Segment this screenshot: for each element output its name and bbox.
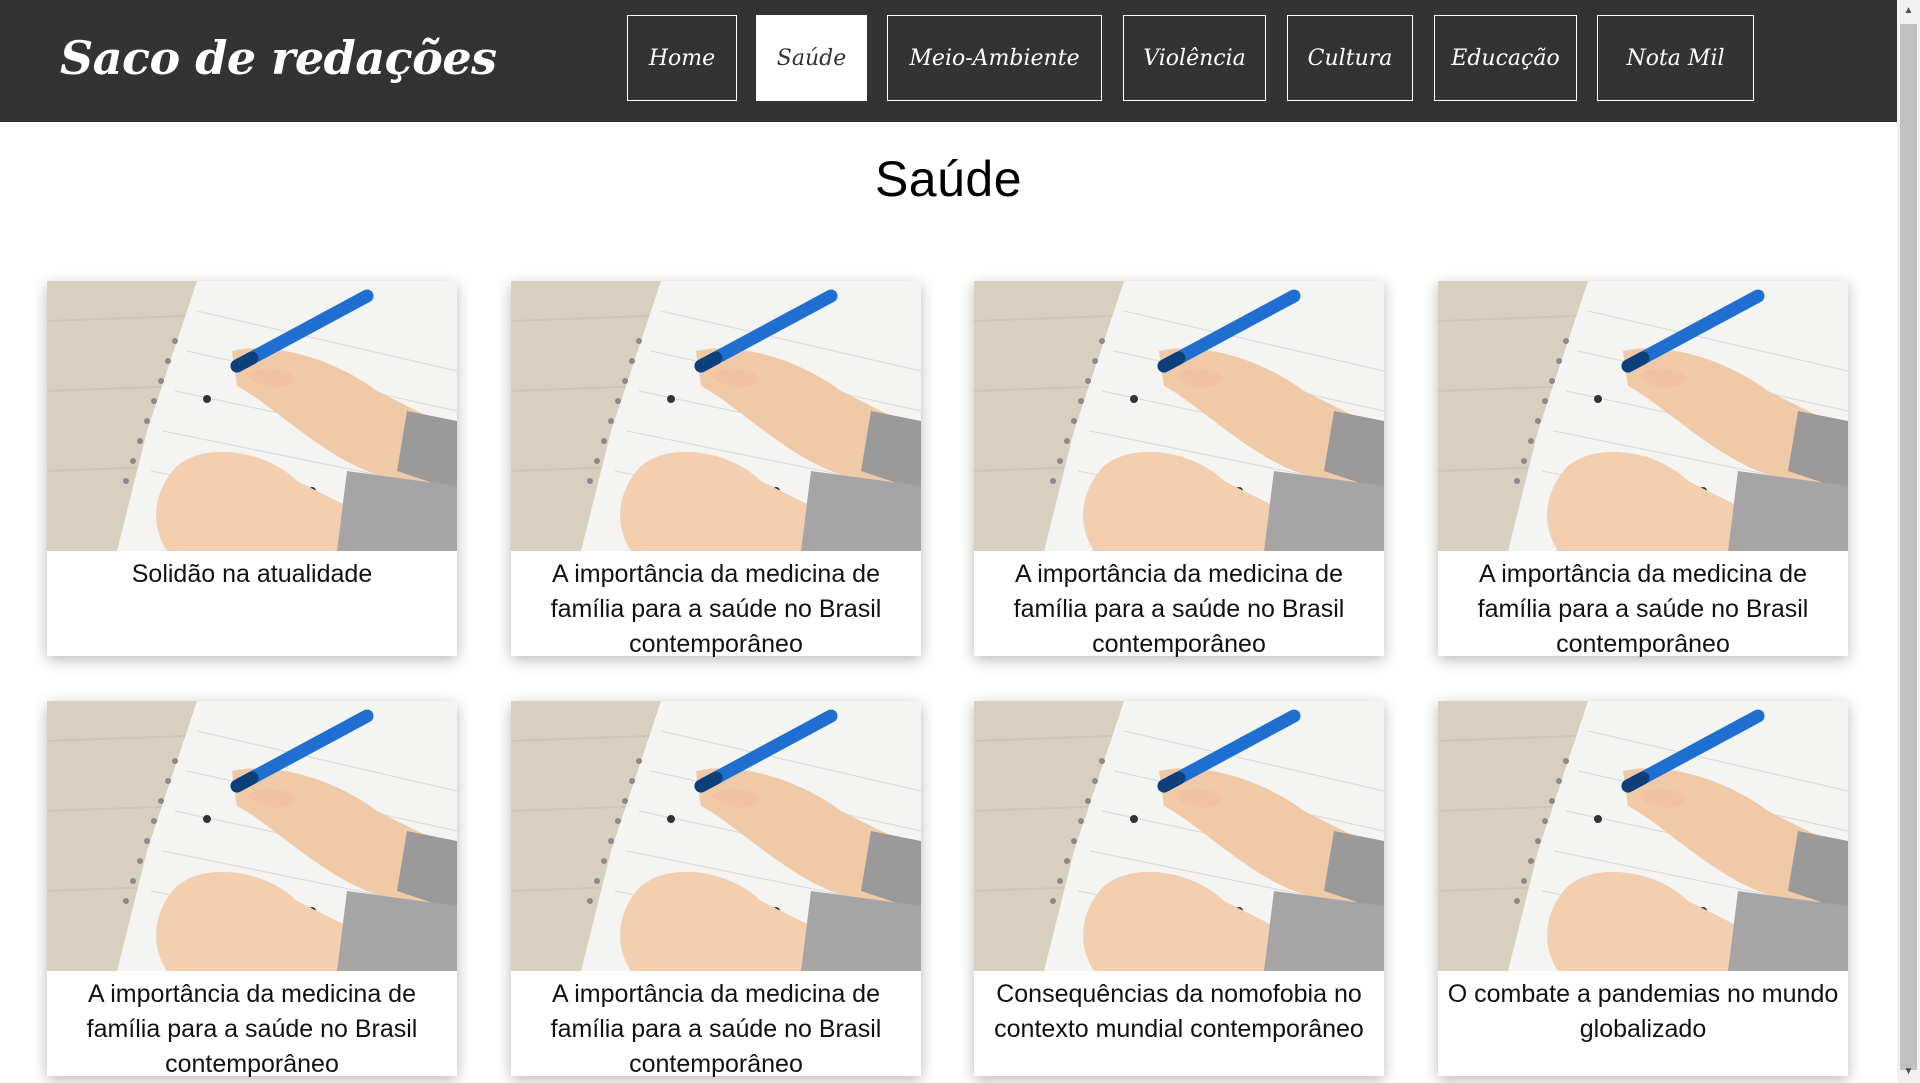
essay-card[interactable]: A importância da medicina de família par… xyxy=(511,701,921,1078)
essay-card-image[interactable] xyxy=(974,701,1384,971)
hand-writing-image xyxy=(47,701,457,971)
essay-card-title[interactable]: Consequências da nomofobia no contexto m… xyxy=(974,977,1384,1047)
hand-writing-image xyxy=(1438,701,1848,971)
hand-writing-image xyxy=(974,701,1384,971)
essay-card[interactable]: O combate a pandemias no mundo globaliza… xyxy=(1438,701,1848,1076)
essay-card[interactable]: Consequências da nomofobia no contexto m… xyxy=(974,701,1384,1076)
hand-writing-image xyxy=(1438,281,1848,551)
nav-item-cultura[interactable]: Cultura xyxy=(1287,15,1413,101)
vertical-scrollbar[interactable]: ▲ ▼ xyxy=(1897,0,1920,1083)
essay-card-title[interactable]: A importância da medicina de família par… xyxy=(511,557,921,662)
hand-writing-image xyxy=(974,281,1384,551)
essay-card-title[interactable]: A importância da medicina de família par… xyxy=(47,977,457,1082)
essay-card-image[interactable] xyxy=(1438,701,1848,971)
essay-card-image[interactable] xyxy=(47,701,457,971)
essay-card-image[interactable] xyxy=(511,281,921,551)
nav-item-violencia[interactable]: Violência xyxy=(1123,15,1266,101)
site-header: Saco de redações Home Saúde Meio-Ambient… xyxy=(0,0,1897,122)
essay-card[interactable]: A importância da medicina de família par… xyxy=(511,281,921,658)
essay-card-title[interactable]: A importância da medicina de família par… xyxy=(511,977,921,1082)
essay-card-title[interactable]: Solidão na atualidade xyxy=(47,557,457,592)
essay-card-image[interactable] xyxy=(1438,281,1848,551)
essay-card[interactable]: Solidão na atualidade xyxy=(47,281,457,656)
site-logo[interactable]: Saco de redações xyxy=(60,26,497,90)
scroll-up-arrow-icon[interactable]: ▲ xyxy=(1897,2,1920,20)
nav-item-home[interactable]: Home xyxy=(627,15,737,101)
essay-card-image[interactable] xyxy=(511,701,921,971)
essay-card[interactable]: A importância da medicina de família par… xyxy=(974,281,1384,658)
nav-item-saude[interactable]: Saúde xyxy=(756,15,867,101)
hand-writing-image xyxy=(511,701,921,971)
page-title: Saúde xyxy=(874,151,1023,207)
essay-card-title[interactable]: A importância da medicina de família par… xyxy=(974,557,1384,662)
nav-item-meio-ambiente[interactable]: Meio-Ambiente xyxy=(887,15,1102,101)
scroll-down-arrow-icon[interactable]: ▼ xyxy=(1897,1063,1920,1081)
essay-card-image[interactable] xyxy=(47,281,457,551)
nav-item-educacao[interactable]: Educação xyxy=(1434,15,1577,101)
essay-card-title[interactable]: A importância da medicina de família par… xyxy=(1438,557,1848,662)
hand-writing-image xyxy=(511,281,921,551)
essay-card[interactable]: A importância da medicina de família par… xyxy=(47,701,457,1078)
essay-card-image[interactable] xyxy=(974,281,1384,551)
hand-writing-image xyxy=(47,281,457,551)
essay-card-title[interactable]: O combate a pandemias no mundo globaliza… xyxy=(1438,977,1848,1047)
nav-item-nota-mil[interactable]: Nota Mil xyxy=(1597,15,1754,101)
essay-card[interactable]: A importância da medicina de família par… xyxy=(1438,281,1848,658)
scroll-thumb[interactable] xyxy=(1900,24,1917,1070)
